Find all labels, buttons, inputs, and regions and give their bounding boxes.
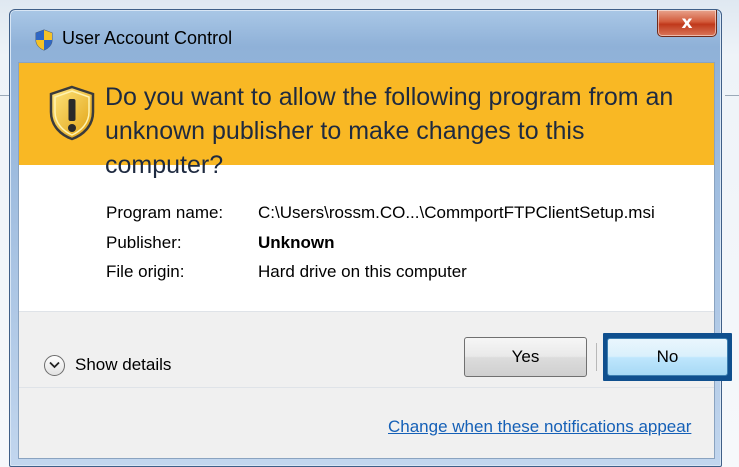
background-divider-right [725,95,739,96]
title-bar[interactable]: User Account Control x [10,10,721,62]
uac-question: Do you want to allow the following progr… [105,83,674,179]
show-details-toggle[interactable]: Show details [44,353,171,377]
chevron-down-icon[interactable] [44,354,65,376]
close-icon: x [681,13,693,33]
program-name-value: C:\Users\rossm.CO...\CommportFTPClientSe… [258,203,655,222]
window-title: User Account Control [62,28,233,48]
warning-shield-icon [49,85,95,141]
footer-divider [19,387,714,388]
publisher-label: Publisher: [106,233,182,252]
dialog-content: Do you want to allow the following progr… [18,62,732,459]
button-separator [596,343,597,371]
show-details-label[interactable]: Show details [75,355,171,375]
publisher-value: Unknown [258,233,335,252]
file-origin-value: Hard drive on this computer [258,262,467,281]
uac-dialog: User Account Control x Do you want to al… [9,9,732,467]
close-button[interactable]: x [657,10,717,37]
yes-button[interactable]: Yes [464,337,587,377]
file-origin-label: File origin: [106,262,185,281]
uac-shield-icon [35,29,53,51]
button-bar: Show details Yes No Change when these no… [19,312,732,458]
notification-settings-link[interactable]: Change when these notifications appear [388,417,691,437]
no-button[interactable]: No [607,338,728,376]
warning-banner: Do you want to allow the following progr… [19,63,714,179]
program-name-label: Program name: [106,203,224,222]
